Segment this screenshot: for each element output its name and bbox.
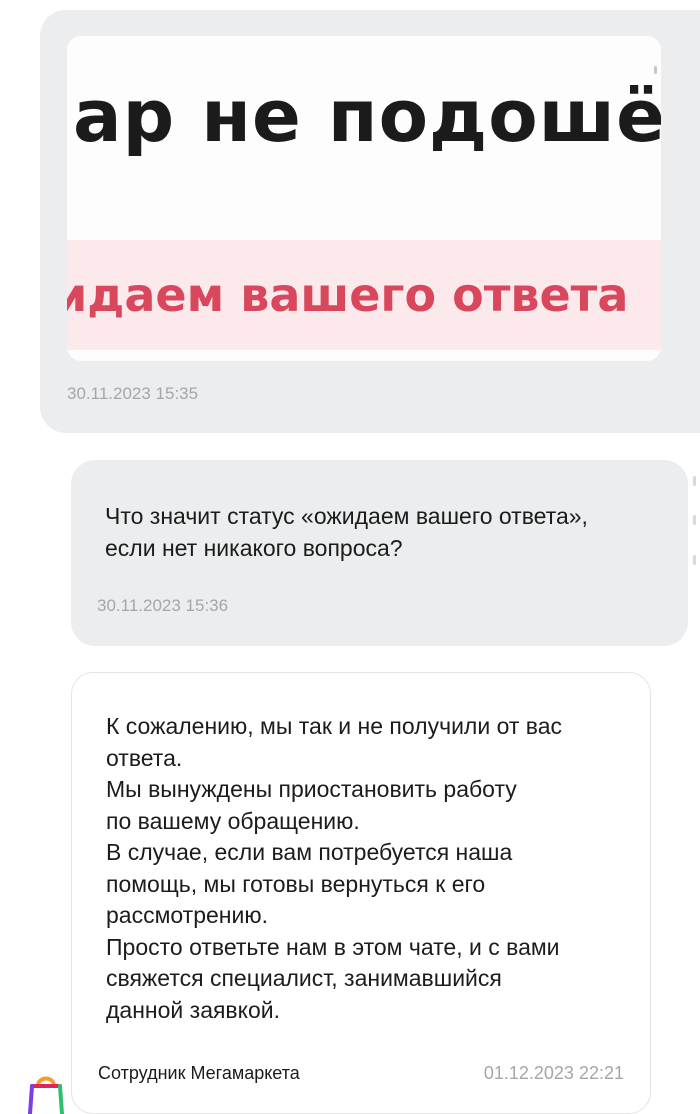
scroll-edge-mark (693, 555, 696, 565)
message-line: Что значит статус «ожидаем вашего ответа… (105, 503, 588, 529)
message-line: В случае, если вам потребуется наша (106, 839, 513, 865)
message-line: по вашему обращению. (106, 807, 360, 834)
attachment-status-band: идаем вашего ответа (67, 240, 661, 350)
message-line: свяжется специалист, занимавшийся (106, 965, 502, 991)
scroll-edge-mark (693, 515, 696, 525)
shopping-bag-icon (28, 1076, 64, 1114)
message-timestamp: 01.12.2023 22:21 (483, 1063, 624, 1083)
support-reply-bubble[interactable]: К сожалению, мы так и не получили от вас… (71, 672, 651, 1114)
message-line: ответа. (106, 744, 183, 771)
image-attachment[interactable]: ар не подошё идаем вашего ответа (67, 36, 661, 361)
message-timestamp: 30.11.2023 15:35 (67, 384, 199, 403)
question-message-bubble[interactable]: Что значит статус «ожидаем вашего ответа… (71, 460, 688, 646)
avatar (26, 1072, 66, 1114)
message-line: помощь, мы готовы вернуться к его (106, 870, 486, 897)
message-line: рассмотрению. (106, 902, 268, 928)
attachment-heading-text: ар не подошё (73, 74, 661, 158)
scroll-edge-mark (693, 476, 696, 486)
chat-thread: ар не подошё идаем вашего ответа 30.11.2… (0, 0, 700, 1114)
message-text: Что значит статус «ожидаем вашего ответа… (105, 500, 665, 564)
message-line: данной заявкой. (106, 996, 281, 1023)
message-timestamp: 30.11.2023 15:36 (97, 596, 229, 615)
message-line: К сожалению, мы так и не получили от вас (106, 713, 563, 739)
image-message-bubble[interactable]: ар не подошё идаем вашего ответа 30.11.2… (40, 10, 700, 433)
sender-name: Сотрудник Мегамаркета (98, 1063, 300, 1083)
message-line: если нет никакого вопроса? (105, 535, 403, 561)
message-line: Мы вынуждены приостановить работу (106, 776, 517, 802)
message-line: Просто ответьте нам в этом чате, и с вам… (106, 933, 560, 960)
attachment-scroll-indicator (654, 66, 657, 74)
message-text: К сожалению, мы так и не получили от вас… (106, 711, 626, 1026)
attachment-status-text: идаем вашего ответа (67, 268, 629, 322)
